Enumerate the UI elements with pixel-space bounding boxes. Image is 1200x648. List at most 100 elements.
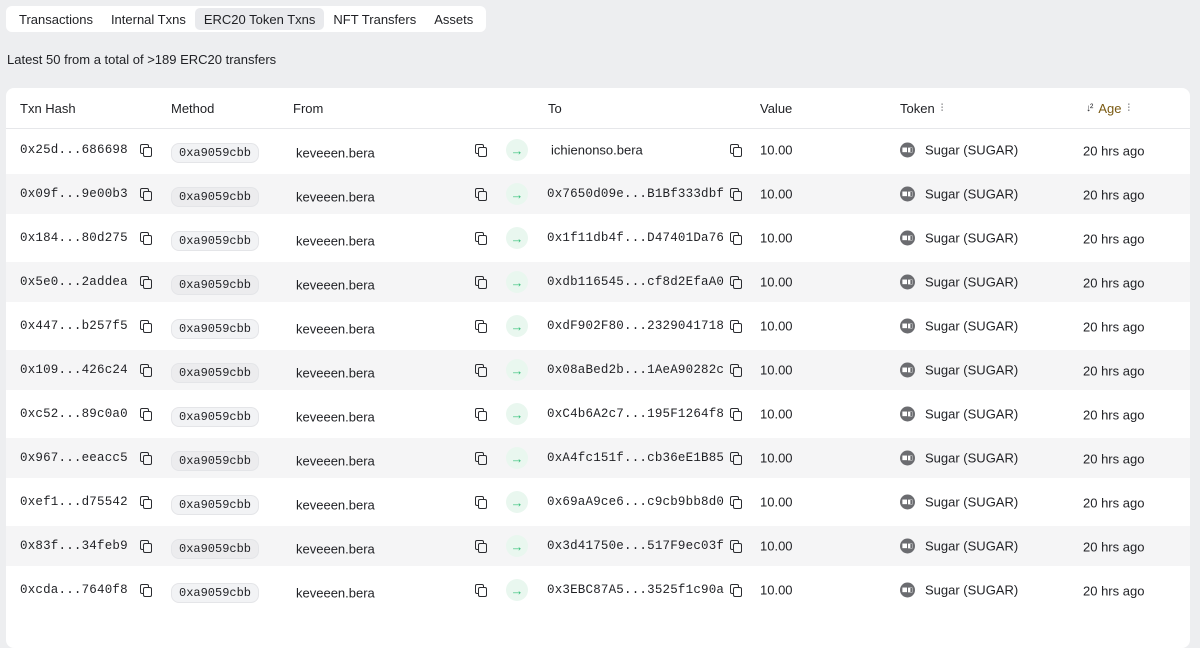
from-address-link[interactable]: keveeen.bera xyxy=(296,454,375,469)
to-address-link[interactable]: 0xA4fc151f...cb36eE1B85 xyxy=(547,451,724,465)
copy-icon[interactable] xyxy=(475,364,487,377)
from-address-link[interactable]: keveeen.bera xyxy=(296,234,375,249)
txn-hash-link[interactable]: 0x83f...34feb9 xyxy=(20,539,128,553)
tab-assets[interactable]: Assets xyxy=(425,8,482,30)
token-link[interactable]: Sugar (SUGAR) xyxy=(925,187,1018,202)
copy-icon[interactable] xyxy=(730,320,742,333)
copy-icon[interactable] xyxy=(139,408,152,421)
copy-icon[interactable] xyxy=(475,452,487,465)
copy-icon[interactable] xyxy=(475,408,487,421)
token-link[interactable]: Sugar (SUGAR) xyxy=(925,539,1018,554)
to-address-link[interactable]: 0x69aA9ce6...c9cb9bb8d0 xyxy=(547,495,724,509)
copy-icon[interactable] xyxy=(139,584,152,597)
copy-icon[interactable] xyxy=(475,232,487,245)
copy-icon[interactable] xyxy=(475,320,487,333)
copy-icon[interactable] xyxy=(730,144,742,157)
txn-hash-link[interactable]: 0x109...426c24 xyxy=(20,363,128,377)
from-address-link[interactable]: keveeen.bera xyxy=(296,586,375,601)
copy-icon[interactable] xyxy=(730,408,742,421)
to-address-link[interactable]: 0xC4b6A2c7...195F1264f8 xyxy=(547,407,724,421)
tab-nft-transfers[interactable]: NFT Transfers xyxy=(324,8,425,30)
txn-hash-link[interactable]: 0x184...80d275 xyxy=(20,231,128,245)
to-address-link[interactable]: 0x3d41750e...517F9ec03f xyxy=(547,539,724,553)
table-row: 0x109...426c24 0xa9059cbb keveeen.bera → 0x0… xyxy=(6,350,1190,390)
txn-hash-link[interactable]: 0x5e0...2addea xyxy=(20,275,128,289)
to-address-link[interactable]: 0xdb116545...cf8d2EfaA0 xyxy=(547,275,724,289)
copy-icon[interactable] xyxy=(475,276,487,289)
method-cell: 0xa9059cbb xyxy=(171,445,260,471)
column-token: Token ⫶ xyxy=(900,101,943,116)
copy-icon[interactable] xyxy=(730,276,742,289)
copy-icon[interactable] xyxy=(475,496,487,509)
token-link[interactable]: Sugar (SUGAR) xyxy=(925,275,1018,290)
age-cell: 20 hrs ago xyxy=(1083,188,1144,203)
copy-icon[interactable] xyxy=(139,144,152,157)
method-cell: 0xa9059cbb xyxy=(171,181,260,207)
token-link[interactable]: Sugar (SUGAR) xyxy=(925,495,1018,510)
to-address-link[interactable]: 0x1f11db4f...D47401Da76 xyxy=(547,231,724,245)
to-copy-cell xyxy=(730,276,742,289)
txn-hash-link[interactable]: 0x447...b257f5 xyxy=(20,319,128,333)
column-label[interactable]: Age xyxy=(1098,101,1121,116)
token-link[interactable]: Sugar (SUGAR) xyxy=(925,363,1018,378)
token-link[interactable]: Sugar (SUGAR) xyxy=(925,143,1018,158)
tab-internal-txns[interactable]: Internal Txns xyxy=(102,8,195,30)
copy-icon[interactable] xyxy=(730,584,742,597)
copy-icon[interactable] xyxy=(139,276,152,289)
from-address-link[interactable]: keveeen.bera xyxy=(296,146,375,161)
from-address-link[interactable]: keveeen.bera xyxy=(296,322,375,337)
txn-hash-link[interactable]: 0x25d...686698 xyxy=(20,143,128,157)
tab-transactions[interactable]: Transactions xyxy=(10,8,102,30)
copy-icon[interactable] xyxy=(139,364,152,377)
from-copy-cell xyxy=(475,188,487,201)
from-address-link[interactable]: keveeen.bera xyxy=(296,278,375,293)
table-row: 0x83f...34feb9 0xa9059cbb keveeen.bera → 0x3… xyxy=(6,526,1190,566)
copy-icon[interactable] xyxy=(730,496,742,509)
token-link[interactable]: Sugar (SUGAR) xyxy=(925,231,1018,246)
from-address-link[interactable]: keveeen.bera xyxy=(296,410,375,425)
copy-icon[interactable] xyxy=(475,584,487,597)
copy-icon[interactable] xyxy=(730,232,742,245)
token-link[interactable]: Sugar (SUGAR) xyxy=(925,407,1018,422)
copy-icon[interactable] xyxy=(139,320,152,333)
txn-hash-link[interactable]: 0x967...eeacc5 xyxy=(20,451,128,465)
tab-erc20-token-txns[interactable]: ERC20 Token Txns xyxy=(194,8,325,30)
copy-icon[interactable] xyxy=(730,188,742,201)
copy-icon[interactable] xyxy=(475,540,487,553)
filter-icon[interactable]: ⫶ xyxy=(1127,103,1129,114)
from-address-link[interactable]: keveeen.bera xyxy=(296,190,375,205)
copy-icon[interactable] xyxy=(139,188,152,201)
token-link[interactable]: Sugar (SUGAR) xyxy=(925,319,1018,334)
copy-icon[interactable] xyxy=(475,188,487,201)
from-cell: keveeen.bera xyxy=(296,542,375,557)
token-link[interactable]: Sugar (SUGAR) xyxy=(925,451,1018,466)
to-cell: 0x3d41750e...517F9ec03f xyxy=(547,539,724,553)
sort-icon[interactable]: ↓² xyxy=(1086,103,1093,114)
to-address-link[interactable]: 0x7650d09e...B1Bf333dbf xyxy=(547,187,724,201)
table-row: 0xc52...89c0a0 0xa9059cbb keveeen.bera → 0xC… xyxy=(6,394,1190,434)
token-link[interactable]: Sugar (SUGAR) xyxy=(925,583,1018,598)
txn-hash-link[interactable]: 0xc52...89c0a0 xyxy=(20,407,128,421)
to-address-link[interactable]: 0x3EBC87A5...3525f1c90a xyxy=(547,583,724,597)
txn-hash-link[interactable]: 0xcda...7640f8 xyxy=(20,583,128,597)
copy-icon[interactable] xyxy=(730,452,742,465)
copy-icon[interactable] xyxy=(730,540,742,553)
method-badge: 0xa9059cbb xyxy=(171,143,260,163)
filter-icon[interactable]: ⫶ xyxy=(941,103,943,114)
txn-hash-link[interactable]: 0xef1...d75542 xyxy=(20,495,128,509)
to-address-link[interactable]: ichienonso.bera xyxy=(551,143,643,158)
copy-icon[interactable] xyxy=(139,540,152,553)
copy-icon[interactable] xyxy=(139,232,152,245)
copy-icon[interactable] xyxy=(139,452,152,465)
from-address-link[interactable]: keveeen.bera xyxy=(296,542,375,557)
copy-icon[interactable] xyxy=(475,144,487,157)
method-badge: 0xa9059cbb xyxy=(171,319,260,339)
from-address-link[interactable]: keveeen.bera xyxy=(296,498,375,513)
to-address-link[interactable]: 0x08aBed2b...1AeA90282c xyxy=(547,363,724,377)
to-address-link[interactable]: 0xdF902F80...2329041718 xyxy=(547,319,724,333)
sugar-token-icon: ■◧ xyxy=(900,450,915,466)
from-address-link[interactable]: keveeen.bera xyxy=(296,366,375,381)
txn-hash-link[interactable]: 0x09f...9e00b3 xyxy=(20,187,128,201)
copy-icon[interactable] xyxy=(139,496,152,509)
copy-icon[interactable] xyxy=(730,364,742,377)
